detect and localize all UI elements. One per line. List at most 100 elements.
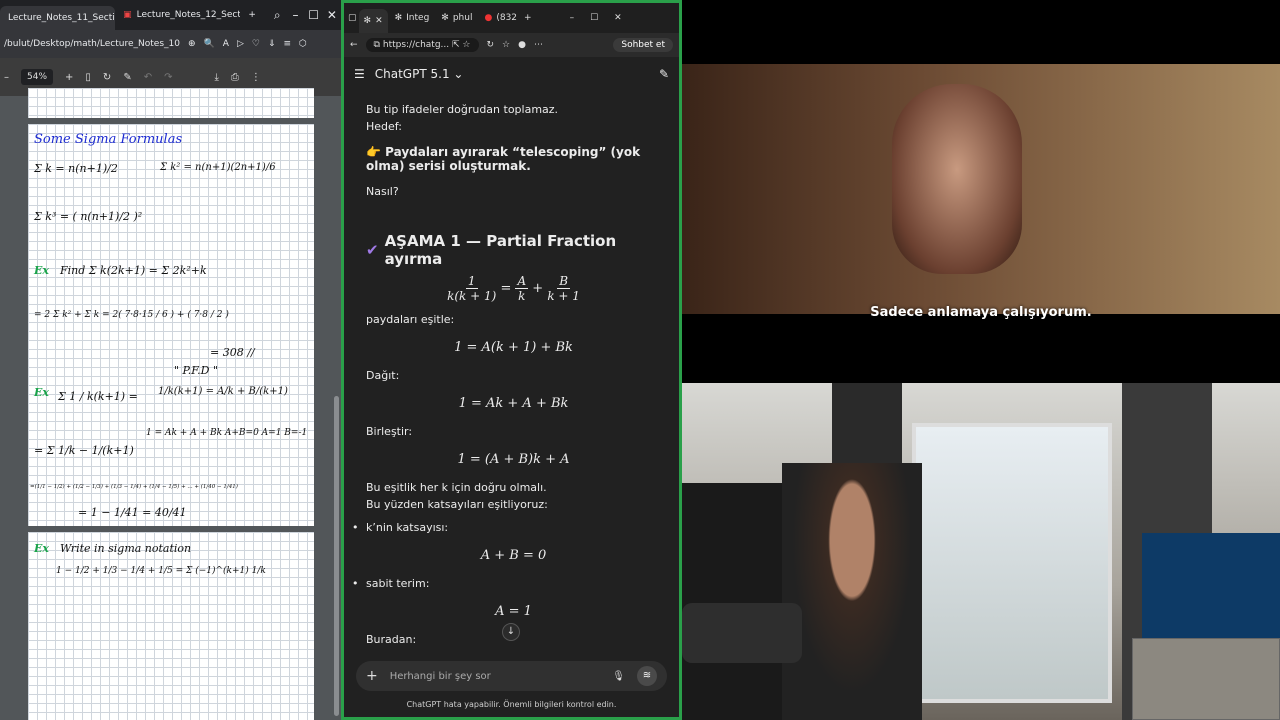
tab-lecture-11[interactable]: Lecture_Notes_11_Section✕	[0, 6, 116, 30]
message-text: Hedef:	[366, 120, 402, 133]
maximize-icon[interactable]: ☐	[305, 8, 323, 22]
play-icon[interactable]: ▷	[237, 39, 244, 49]
profile-avatar[interactable]: ●	[518, 40, 526, 50]
chatgpt-icon: ✻	[363, 16, 372, 26]
more-icon[interactable]: ⋮	[251, 72, 261, 83]
find-icon[interactable]: ⊕	[188, 39, 196, 49]
favorites-icon[interactable]: ☆	[502, 40, 510, 50]
youtube-icon: ●	[484, 13, 493, 23]
url-field[interactable]: ⧉ https://chatg... ⇱ ☆	[365, 38, 479, 52]
favorite-icon[interactable]: ☆	[462, 40, 470, 50]
message-text: Bu tip ifadeler doğrudan toplamaz.	[366, 103, 559, 116]
print-icon[interactable]: ⎙	[231, 72, 239, 83]
new-tab-icon[interactable]: +	[524, 13, 532, 23]
model-name: ChatGPT 5.1	[374, 67, 450, 81]
back-icon[interactable]: ←	[350, 40, 358, 50]
equation: 1 = (A + B)k + A	[457, 452, 570, 467]
share-icon[interactable]: ⇱	[452, 40, 460, 50]
plus-icon[interactable]: +	[366, 668, 378, 684]
pdf-icon: ▣	[123, 10, 132, 20]
example2-line3: =(1/1 − 1/2) + (1/2 − 1/3) + (1/3 − 1/4)…	[30, 484, 238, 490]
copilot-chat-button[interactable]: Sohbet et	[613, 38, 673, 52]
close-window-icon[interactable]: ✕	[323, 8, 341, 22]
video-subtitle: Sadece anlamaya çalışıyorum.	[870, 305, 1092, 320]
site-info-icon[interactable]: ⧉	[374, 40, 380, 50]
model-selector[interactable]: ChatGPT 5.1 ⌄	[375, 67, 464, 81]
check-icon: ✔	[366, 241, 379, 259]
lhs-num: 1	[465, 274, 478, 289]
download-icon[interactable]: ⤓	[214, 72, 218, 83]
close-icon[interactable]: ✕	[375, 16, 383, 26]
equation: 1 = Ak + A + Bk	[458, 396, 569, 411]
b-den: k + 1	[547, 289, 580, 303]
pdf-browser-window: Lecture_Notes_11_Section✕ ▣Lecture_Notes…	[0, 0, 341, 720]
example2-result: = 1 − 1/41 = 40/41	[78, 506, 187, 519]
zoom-icon[interactable]: 🔍	[204, 39, 215, 49]
message-text: Birleştir:	[366, 425, 413, 438]
zoom-level[interactable]: 54%	[21, 69, 54, 85]
tab-integ-label: Integ	[406, 13, 430, 23]
rotate-icon[interactable]: ↻	[103, 72, 111, 83]
message-text: Bu yüzden katsayıları eşitliyoruz:	[366, 498, 548, 511]
pdf-scrollbar[interactable]	[334, 396, 339, 716]
menu-icon[interactable]: ≡	[283, 39, 291, 49]
example2-statement: Σ 1 / k(k+1) =	[58, 390, 138, 403]
chat-transcript[interactable]: Bu tip ifadeler doğrudan toplamaz. Hedef…	[344, 91, 679, 657]
microphone-icon[interactable]: 🎙	[612, 671, 625, 682]
search-icon[interactable]: ⌕	[268, 8, 286, 23]
video-frame: Sadece anlamaya çalışıyorum.	[682, 0, 1280, 383]
prompt-composer: + Herhangi bir şey sor 🎙 ≋	[356, 661, 667, 691]
sidebar-toggle-icon[interactable]: ▢	[348, 13, 357, 23]
maximize-icon[interactable]: ☐	[590, 13, 598, 23]
b-num: B	[557, 274, 571, 289]
tab-phul-label: phul	[452, 13, 473, 23]
draw-icon[interactable]: ✎	[123, 72, 131, 83]
scroll-down-button[interactable]: ↓	[502, 623, 520, 641]
pdf-page-1: Some Sigma Formulas Σ k = n(n+1)/2 Σ k² …	[28, 124, 314, 526]
new-chat-icon[interactable]: ✎	[659, 67, 669, 81]
pfd-system: 1 = Ak + A + Bk A+B=0 A=1 B=-1	[146, 428, 308, 438]
refresh-icon[interactable]: ↻	[487, 40, 495, 50]
new-tab-button[interactable]: +	[240, 3, 262, 27]
undo-icon[interactable]: ↶	[144, 72, 152, 83]
tab-phul[interactable]: ✻ phul	[436, 6, 477, 30]
chatgpt-browser-window: ▢ ✻ ✕ ✻ Integ ✻ phul ● (832 + – ☐ ✕ ← ⧉ http…	[341, 0, 682, 720]
extension-icon[interactable]: ⬡	[299, 39, 307, 49]
sidebar-menu-icon[interactable]: ☰	[354, 67, 365, 81]
pdf-viewer[interactable]: Some Sigma Formulas Σ k = n(n+1)/2 Σ k² …	[0, 88, 341, 720]
close-window-icon[interactable]: ✕	[614, 13, 622, 23]
read-aloud-icon[interactable]: A	[223, 39, 229, 49]
pdf-page-top	[28, 88, 314, 118]
tab-lecture-12[interactable]: ▣Lecture_Notes_12_Section✕	[115, 3, 240, 27]
movie-scene	[682, 64, 1280, 314]
url-text[interactable]: https://chatg...	[383, 40, 449, 50]
tab-chatgpt[interactable]: ✻ ✕	[358, 9, 388, 33]
redo-icon[interactable]: ↷	[164, 72, 172, 83]
more-icon[interactable]: ⋯	[534, 40, 543, 50]
example-label: Ex	[34, 386, 49, 399]
fit-page-icon[interactable]: ▯	[85, 72, 91, 83]
a-num: A	[515, 274, 529, 289]
message-text: Bu eşitlik her k için doğru olmalı.	[366, 481, 547, 494]
tab-integ[interactable]: ✻ Integ	[390, 6, 435, 30]
tab-youtube[interactable]: ● (832	[479, 6, 522, 30]
b-fraction: Bk + 1	[547, 274, 580, 303]
pfd-equation: 1/k(k+1) = A/k + B/(k+1)	[158, 386, 288, 397]
address-bar[interactable]: /bulut/Desktop/math/Lecture_Notes_10_Sec…	[0, 30, 341, 58]
address-text[interactable]: /bulut/Desktop/math/Lecture_Notes_10_Sec…	[4, 39, 180, 49]
zoom-out-icon[interactable]: –	[4, 72, 9, 83]
room-camera-inset	[1132, 638, 1280, 720]
step-heading: ✔ AŞAMA 1 — Partial Fraction ayırma	[366, 232, 661, 268]
collections-icon[interactable]: ⇓	[268, 39, 276, 49]
chatgpt-icon: ✻	[394, 13, 403, 23]
prompt-input[interactable]: Herhangi bir şey sor	[390, 671, 601, 682]
tab-bar: ▢ ✻ ✕ ✻ Integ ✻ phul ● (832 + – ☐ ✕	[344, 3, 679, 33]
favorite-icon[interactable]: ♡	[252, 39, 260, 49]
voice-mode-icon[interactable]: ≋	[637, 666, 657, 686]
sigma-heading: Some Sigma Formulas	[34, 132, 183, 147]
equation: A + B = 0	[480, 548, 547, 563]
zoom-in-icon[interactable]: +	[65, 72, 73, 83]
minimize-icon[interactable]: –	[286, 8, 304, 22]
formula-sum-k2: Σ k² = n(n+1)(2n+1)/6	[160, 162, 276, 173]
minimize-icon[interactable]: –	[570, 13, 575, 23]
